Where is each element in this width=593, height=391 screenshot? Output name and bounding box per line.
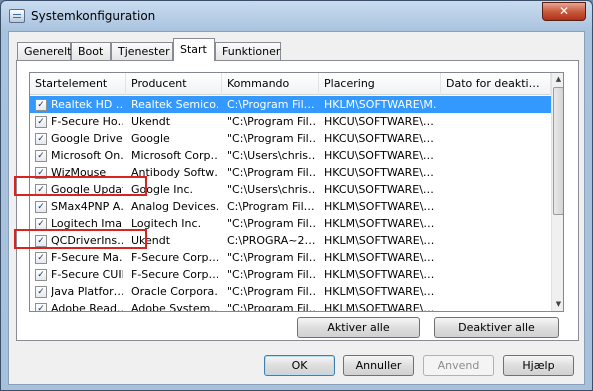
location-cell: HKLM\SOFTWARE\… [324,302,435,312]
close-button[interactable]: ✕ [542,2,586,21]
enable-checkbox[interactable]: ✓ [35,303,47,311]
enable-checkbox[interactable]: ✓ [35,150,47,162]
scroll-down-arrow-icon[interactable]: ▼ [552,298,563,311]
location-cell: HKLM\SOFTWARE\… [324,217,435,230]
column-header-startup-item[interactable]: Startelement [30,73,126,95]
column-header-command[interactable]: Kommando [222,73,319,95]
command-cell: "C:\Program Fil… [227,251,315,264]
manufacturer-cell: Google [131,132,170,145]
tab-startup[interactable]: Start [173,38,215,61]
table-row[interactable]: ✓ F-Secure Ma… F-Secure Corp… "C:\Program F… [30,249,551,266]
enable-checkbox[interactable]: ✓ [35,286,47,298]
enable-checkbox[interactable]: ✓ [35,133,47,145]
table-row[interactable]: ✓ Microsoft On… Microsoft Corp… "C:\Users\c… [30,147,551,164]
startup-item-name: Java Platfor… [51,285,123,298]
table-row[interactable]: ✓ Java Platfor… Oracle Corpora… "C:\Program… [30,283,551,300]
enable-checkbox[interactable]: ✓ [35,116,47,128]
system-configuration-window: Systemkonfiguration ✕ Generelt Boot Tjen… [0,0,593,391]
manufacturer-cell: Realtek Semico… [131,98,218,111]
table-row[interactable]: ✓ F-Secure Ho… Ukendt "C:\Program Fil… HKCU\… [30,113,551,130]
window-title: Systemkonfiguration [31,9,156,23]
command-cell: "C:\Program Fil… [227,132,315,145]
command-cell: C:\Program Fil… [227,200,315,213]
command-cell: "C:\Program Fil… [227,302,315,312]
command-cell: "C:\Program Fil… [227,285,315,298]
location-cell: HKCU\SOFTWARE\… [324,115,434,128]
tab-services[interactable]: Tjenester [111,42,173,61]
command-cell: "C:\Program Fil… [227,268,315,281]
tab-general[interactable]: Generelt [17,42,71,61]
ok-button[interactable]: OK [264,355,335,376]
location-cell: HKLM\SOFTWARE\… [324,285,435,298]
help-button[interactable]: Hjælp [503,355,574,376]
enable-checkbox[interactable]: ✓ [35,269,47,281]
list-header: Startelement Producent Kommando Placerin… [30,73,551,95]
startup-item-name: F-Secure Ma… [51,251,123,264]
manufacturer-cell: Analog Devices… [131,200,218,213]
cancel-button[interactable]: Annuller [343,355,414,376]
command-cell: C:\PROGRA~2… [227,234,315,247]
tab-boot[interactable]: Boot [71,42,111,61]
table-row[interactable]: ✓ SMax4PNP A… Analog Devices… C:\Program Fi… [30,198,551,215]
column-header-date-disabled[interactable]: Dato for deakti… [441,73,551,95]
manufacturer-cell: Oracle Corpora… [131,285,218,298]
highlight-box-qcdriverinstall [14,229,147,249]
highlight-box-google-update [14,176,147,196]
location-cell: HKCU\SOFTWARE\… [324,183,434,196]
enable-checkbox[interactable]: ✓ [35,201,47,213]
title-bar[interactable]: Systemkonfiguration ✕ [1,1,592,31]
startup-item-name: Adobe Read… [51,302,123,312]
manufacturer-cell: F-Secure Corp… [131,251,218,264]
location-cell: HKLM\SOFTWARE\M… [324,98,437,111]
location-cell: HKCU\SOFTWARE\… [324,132,434,145]
enable-checkbox[interactable]: ✓ [35,252,47,264]
command-cell: "C:\Users\chris… [227,149,315,162]
table-row[interactable]: ✓ Google Drive Google "C:\Program Fil… HKCU\… [30,130,551,147]
startup-item-name: Google Drive [51,132,123,145]
tab-tools[interactable]: Funktioner [215,42,281,61]
table-row[interactable]: ✓ F-Secure CUIF F-Secure Corp… "C:\Program … [30,266,551,283]
manufacturer-cell: Adobe System… [131,302,218,312]
list-vertical-scrollbar[interactable]: ▲ ▼ [551,73,563,311]
command-cell: "C:\Users\chris… [227,183,315,196]
dialog-client-area: Generelt Boot Tjenester Start Funktioner… [8,31,585,385]
scrollbar-thumb[interactable] [553,87,563,215]
location-cell: HKLM\SOFTWARE\… [324,234,435,247]
apply-button[interactable]: Anvend [423,355,494,376]
column-header-location[interactable]: Placering [319,73,441,95]
disable-all-button[interactable]: Deaktiver alle [434,317,559,338]
location-cell: HKLM\SOFTWARE\… [324,268,435,281]
scroll-up-arrow-icon[interactable]: ▲ [552,73,563,86]
enable-checkbox[interactable]: ✓ [35,99,47,111]
table-row[interactable]: ✓ Realtek HD … Realtek Semico… C:\Program F… [30,96,551,113]
location-cell: HKLM\SOFTWARE\… [324,200,435,213]
startup-item-name: Realtek HD … [51,98,123,111]
msconfig-app-icon [9,9,25,23]
manufacturer-cell: F-Secure Corp… [131,268,218,281]
location-cell: HKLM\SOFTWARE\… [324,251,435,264]
list-body: ✓ Realtek HD … Realtek Semico… C:\Program F… [30,96,551,312]
startup-item-name: F-Secure CUIF [51,268,123,281]
startup-item-name: F-Secure Ho… [51,115,123,128]
startup-item-name: Microsoft On… [51,149,123,162]
manufacturer-cell: Microsoft Corp… [131,149,218,162]
command-cell: "C:\Program Fil… [227,217,315,230]
table-row[interactable]: ✓ Adobe Read… Adobe System… "C:\Program Fil… [30,300,551,312]
location-cell: HKCU\SOFTWARE\… [324,149,434,162]
enable-all-button[interactable]: Aktiver alle [297,317,420,338]
column-header-manufacturer[interactable]: Producent [126,73,222,95]
command-cell: C:\Program Fil… [227,98,315,111]
startup-tab-panel: Startelement Producent Kommando Placerin… [16,60,579,341]
location-cell: HKCU\SOFTWARE\… [324,166,434,179]
startup-item-name: SMax4PNP A… [51,200,123,213]
manufacturer-cell: Ukendt [131,115,171,128]
command-cell: "C:\Program Fil… [227,166,315,179]
command-cell: "C:\Program Fil… [227,115,315,128]
